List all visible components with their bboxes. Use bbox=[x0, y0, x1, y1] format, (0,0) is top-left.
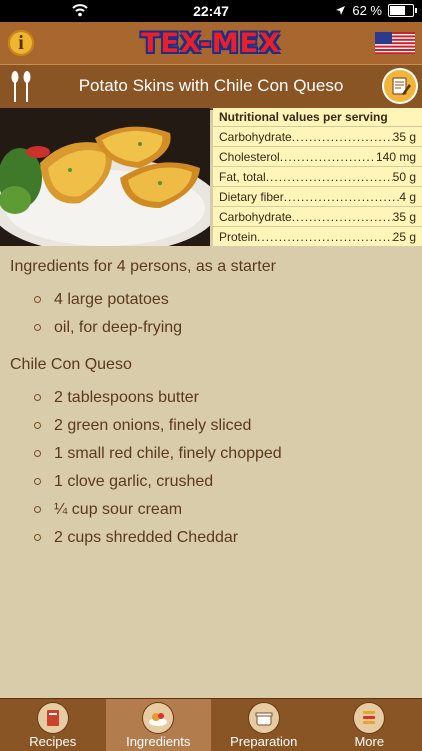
notes-glyph-icon bbox=[384, 70, 416, 102]
notes-icon[interactable] bbox=[384, 70, 416, 102]
battery-percent: 62 % bbox=[352, 3, 382, 18]
bullet-icon bbox=[34, 296, 41, 303]
ingredient-item: 1 clove garlic, crushed bbox=[10, 468, 412, 496]
ingredient-list: 4 large potatoes oil, for deep-frying bbox=[10, 286, 412, 342]
nutrition-label: Protein bbox=[219, 230, 257, 244]
recipe-title-bar: Potato Skins with Chile Con Queso bbox=[0, 64, 422, 110]
tab-label: More bbox=[317, 734, 422, 749]
bullet-icon bbox=[34, 324, 41, 331]
nutrition-row: Dietary fiber...........................… bbox=[213, 187, 422, 207]
more-icon bbox=[354, 703, 384, 733]
ingredient-item: ¼ cup sour cream bbox=[10, 496, 412, 524]
ingredient-item: 2 green onions, finely sliced bbox=[10, 412, 412, 440]
bullet-icon bbox=[34, 422, 41, 429]
ingredient-item: 4 large potatoes bbox=[10, 286, 412, 314]
info-icon[interactable]: i bbox=[8, 30, 34, 56]
app-logo-text: TEX-MEX bbox=[141, 28, 281, 59]
app-header: i TEX-MEX bbox=[0, 22, 422, 64]
ingredient-text: oil, for deep-frying bbox=[54, 319, 182, 336]
nutrition-label: Cholesterol bbox=[219, 150, 280, 164]
section-title: Ingredients for 4 persons, as a starter bbox=[10, 258, 412, 276]
nutrition-value: 35 g bbox=[393, 130, 416, 144]
bullet-icon bbox=[34, 534, 41, 541]
ingredient-text: 2 cups shredded Cheddar bbox=[54, 529, 238, 546]
ingredient-list: 2 tablespoons butter 2 green onions, fin… bbox=[10, 384, 412, 552]
tab-preparation[interactable]: Preparation bbox=[211, 699, 317, 751]
ingredient-text: 2 tablespoons butter bbox=[54, 389, 199, 406]
preparation-icon bbox=[249, 703, 279, 733]
tab-recipes[interactable]: Recipes bbox=[0, 699, 106, 751]
nutrition-row: Protein.................................… bbox=[213, 227, 422, 246]
battery-icon bbox=[388, 4, 414, 17]
ingredients-icon bbox=[143, 703, 173, 733]
nutrition-value: 35 g bbox=[393, 210, 416, 224]
bullet-icon bbox=[34, 450, 41, 457]
tab-bar: Recipes Ingredients Preparation More bbox=[0, 698, 422, 751]
nutrition-value: 140 mg bbox=[376, 150, 416, 164]
ingredient-text: ¼ cup sour cream bbox=[54, 501, 182, 518]
tab-label: Ingredients bbox=[106, 734, 212, 749]
tab-more[interactable]: More bbox=[317, 699, 422, 751]
status-bar: 22:47 62 % bbox=[0, 0, 422, 22]
nutrition-row: Fat, total..............................… bbox=[213, 167, 422, 187]
ingredient-item: 1 small red chile, finely chopped bbox=[10, 440, 412, 468]
location-icon bbox=[335, 5, 346, 16]
nutrition-value: 4 g bbox=[399, 190, 416, 204]
recipes-icon bbox=[38, 703, 68, 733]
ingredient-item: 2 tablespoons butter bbox=[10, 384, 412, 412]
ingredient-text: 1 clove garlic, crushed bbox=[54, 473, 213, 490]
tab-ingredients[interactable]: Ingredients bbox=[106, 699, 212, 751]
ingredients-content: Ingredients for 4 persons, as a starter … bbox=[10, 258, 412, 566]
nutrition-heading: Nutritional values per serving bbox=[213, 108, 422, 127]
nutrition-label: Fat, total bbox=[219, 170, 266, 184]
us-flag-icon[interactable] bbox=[375, 32, 415, 54]
tab-label: Preparation bbox=[211, 734, 317, 749]
ingredient-text: 1 small red chile, finely chopped bbox=[54, 445, 282, 462]
nutrition-value: 50 g bbox=[393, 170, 416, 184]
section-title: Chile Con Queso bbox=[10, 356, 412, 374]
recipe-photo bbox=[0, 108, 210, 246]
nutrition-row: Carbohydrate............................… bbox=[213, 207, 422, 227]
ingredient-item: oil, for deep-frying bbox=[10, 314, 412, 342]
ingredient-text: 2 green onions, finely sliced bbox=[54, 417, 251, 434]
bullet-icon bbox=[34, 506, 41, 513]
ingredient-item: 2 cups shredded Cheddar bbox=[10, 524, 412, 552]
nutrition-row: Cholesterol.............................… bbox=[213, 147, 422, 167]
bullet-icon bbox=[34, 394, 41, 401]
nutrition-label: Carbohydrate bbox=[219, 130, 292, 144]
tab-label: Recipes bbox=[0, 734, 106, 749]
page-title: Potato Skins with Chile Con Queso bbox=[50, 76, 372, 96]
app-logo: TEX-MEX bbox=[128, 28, 294, 58]
nutrition-value: 25 g bbox=[393, 230, 416, 244]
nutrition-row: Carbohydrate............................… bbox=[213, 127, 422, 147]
ingredient-text: 4 large potatoes bbox=[54, 291, 169, 308]
utensils-icon bbox=[8, 70, 34, 104]
nutrition-table: Nutritional values per serving Carbohydr… bbox=[213, 108, 422, 246]
bullet-icon bbox=[34, 478, 41, 485]
nutrition-label: Carbohydrate bbox=[219, 210, 292, 224]
nutrition-label: Dietary fiber bbox=[219, 190, 284, 204]
